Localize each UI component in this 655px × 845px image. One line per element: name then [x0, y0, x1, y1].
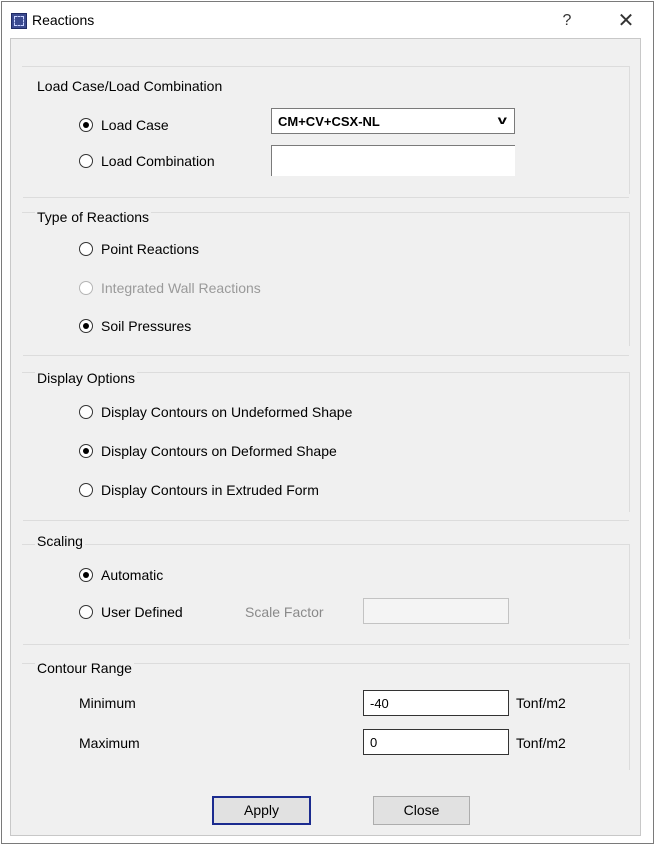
- load-group-label: Load Case/Load Combination: [35, 78, 225, 94]
- load-combination-dropdown[interactable]: [271, 145, 515, 176]
- radio-unselected-icon: [79, 154, 93, 168]
- scaling-group-label: Scaling: [35, 533, 85, 549]
- radio-user-defined[interactable]: User Defined: [79, 602, 183, 622]
- help-button[interactable]: ?: [553, 8, 581, 34]
- radio-point-reactions[interactable]: Point Reactions: [79, 239, 199, 259]
- radio-selected-icon: [79, 444, 93, 458]
- divider: [23, 355, 629, 356]
- radio-unselected-icon: [79, 405, 93, 419]
- maximum-unit: Tonf/m2: [516, 735, 566, 751]
- chevron-down-icon: v: [497, 113, 508, 127]
- window-title: Reactions: [32, 12, 95, 28]
- radio-deformed-shape[interactable]: Display Contours on Deformed Shape: [79, 441, 337, 461]
- minimum-unit: Tonf/m2: [516, 695, 566, 711]
- radio-extruded-form[interactable]: Display Contours in Extruded Form: [79, 480, 319, 500]
- scale-factor-label: Scale Factor: [245, 604, 324, 620]
- divider: [23, 520, 629, 521]
- radio-unselected-icon: [79, 483, 93, 497]
- load-case-dropdown[interactable]: CM+CV+CSX-NL v: [271, 108, 515, 134]
- app-icon: [11, 13, 27, 29]
- radio-unselected-icon: [79, 605, 93, 619]
- maximum-label: Maximum: [79, 735, 140, 751]
- scale-factor-input: [363, 598, 509, 624]
- reactions-group-label: Type of Reactions: [35, 209, 152, 225]
- radio-automatic[interactable]: Automatic: [79, 565, 163, 585]
- display-group-label: Display Options: [35, 370, 138, 386]
- scaling-group-frame: [22, 544, 630, 639]
- close-icon[interactable]: ✕: [612, 8, 640, 34]
- divider: [23, 644, 629, 645]
- radio-load-case[interactable]: Load Case: [79, 115, 169, 135]
- maximum-input[interactable]: 0: [363, 729, 509, 755]
- divider: [23, 197, 629, 198]
- close-button[interactable]: Close: [373, 796, 470, 825]
- radio-selected-icon: [79, 568, 93, 582]
- contour-group-frame: [22, 663, 630, 770]
- radio-load-combination[interactable]: Load Combination: [79, 151, 215, 171]
- radio-selected-icon: [79, 319, 93, 333]
- radio-soil-pressures[interactable]: Soil Pressures: [79, 316, 191, 336]
- minimum-label: Minimum: [79, 695, 136, 711]
- minimum-input[interactable]: -40: [363, 690, 509, 716]
- contour-group-label: Contour Range: [35, 660, 134, 676]
- apply-button[interactable]: Apply: [212, 796, 311, 825]
- radio-disabled-icon: [79, 281, 93, 295]
- radio-unselected-icon: [79, 242, 93, 256]
- radio-integrated-wall-reactions: Integrated Wall Reactions: [79, 278, 261, 298]
- radio-selected-icon: [79, 118, 93, 132]
- title-bar: Reactions ? ✕: [2, 2, 653, 40]
- radio-undeformed-shape[interactable]: Display Contours on Undeformed Shape: [79, 402, 352, 422]
